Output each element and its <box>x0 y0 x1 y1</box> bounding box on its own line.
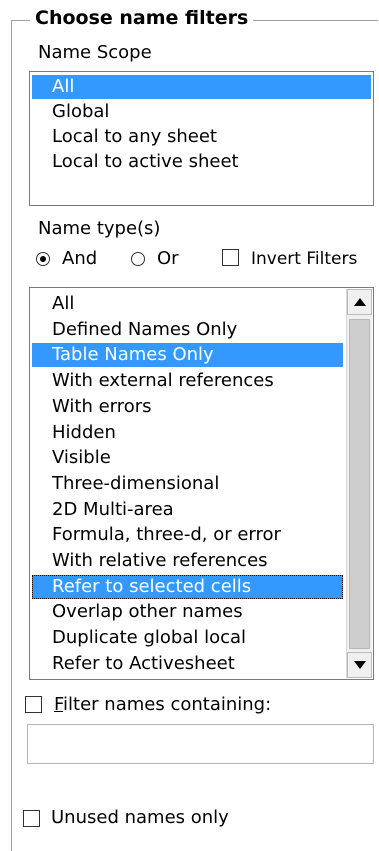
unused-names-checkbox[interactable] <box>23 810 40 827</box>
name-type-label: Name type(s) <box>38 218 161 239</box>
scope-item-local-any-sheet[interactable]: Local to any sheet <box>32 125 371 149</box>
arrow-up-icon <box>353 298 366 306</box>
filter-names-label[interactable]: Filter names containing: <box>54 694 271 716</box>
type-list-item[interactable]: Overlap other names <box>32 600 343 624</box>
type-list-item[interactable]: Refer to Activesheet <box>32 652 343 676</box>
type-list-scrollbar[interactable] <box>346 289 372 678</box>
or-radio[interactable] <box>131 252 145 266</box>
type-list-item[interactable]: With external references <box>32 369 343 393</box>
type-list-item[interactable]: Refer to selected cells <box>32 574 343 599</box>
type-list-item[interactable]: Three-dimensional <box>32 472 343 496</box>
invert-filters-label[interactable]: Invert Filters <box>251 248 357 270</box>
type-list-item[interactable]: With relative references <box>32 549 343 573</box>
scope-item-all[interactable]: All <box>32 75 371 99</box>
type-list-item[interactable]: Table Names Only <box>32 343 343 368</box>
scroll-thumb[interactable] <box>349 319 370 649</box>
and-radio[interactable] <box>36 252 50 266</box>
unused-names-label[interactable]: Unused names only <box>51 807 229 829</box>
type-list-item[interactable]: Hidden <box>32 421 343 445</box>
type-list-item[interactable]: All <box>32 292 343 316</box>
filter-names-checkbox[interactable] <box>25 696 42 713</box>
filter-names-label-text: ilter names containing: <box>63 694 272 715</box>
scroll-down-button[interactable] <box>347 652 372 678</box>
scope-item-local-active-sheet[interactable]: Local to active sheet <box>32 150 371 174</box>
or-radio-label[interactable]: Or <box>157 248 179 270</box>
arrow-down-icon <box>353 661 366 669</box>
group-title: Choose name filters <box>30 6 254 30</box>
scroll-up-button[interactable] <box>347 289 372 315</box>
type-list-item[interactable]: 2D Multi-area <box>32 498 343 522</box>
type-list-item[interactable]: With errors <box>32 395 343 419</box>
name-type-listbox[interactable]: All Defined Names Only Table Names Only Wit… <box>29 287 374 680</box>
name-scope-listbox[interactable]: All Global Local to any sheet Local to a… <box>29 71 374 206</box>
type-list-item[interactable]: Defined Names Only <box>32 318 343 342</box>
and-radio-label[interactable]: And <box>62 248 97 270</box>
type-list-item[interactable]: Duplicate global local <box>32 626 343 650</box>
filter-names-accel: F <box>54 694 64 715</box>
invert-filters-checkbox[interactable] <box>222 249 239 266</box>
type-list-item[interactable]: Visible <box>32 446 343 470</box>
filter-names-input[interactable] <box>27 724 374 764</box>
name-scope-label: Name Scope <box>38 42 152 63</box>
scope-item-global[interactable]: Global <box>32 100 371 124</box>
type-list-item[interactable]: Formula, three-d, or error <box>32 523 343 547</box>
